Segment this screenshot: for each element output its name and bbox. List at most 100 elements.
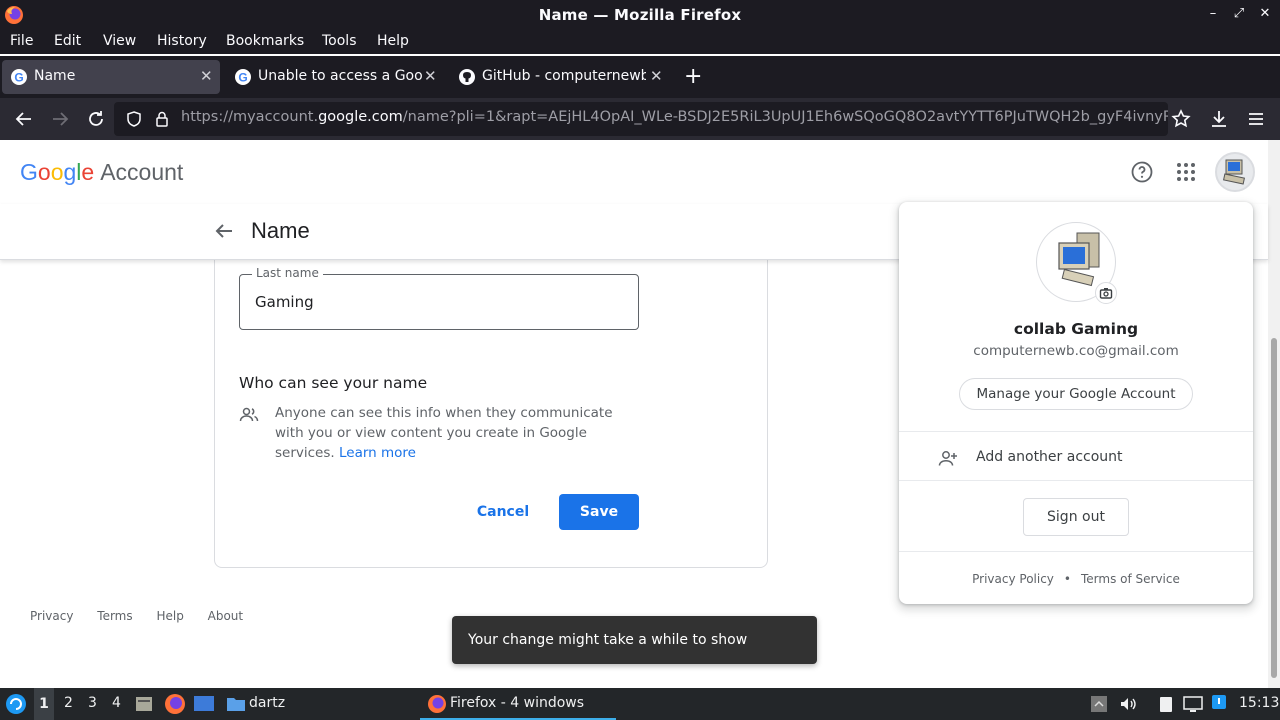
close-window-icon[interactable]: ✕ <box>1258 6 1272 21</box>
last-name-label: Last name <box>252 266 323 280</box>
bookmark-star-icon[interactable] <box>1169 107 1193 131</box>
footer-about-link[interactable]: About <box>208 609 243 623</box>
network-icon[interactable] <box>1182 694 1204 714</box>
visibility-text: Anyone can see this info when they commu… <box>275 405 613 461</box>
workspace-4[interactable]: 4 <box>112 695 121 711</box>
page-title: Name <box>251 218 310 243</box>
svg-text:G: G <box>14 71 23 85</box>
add-another-account-button[interactable]: Add another account <box>976 449 1123 465</box>
file-manager-icon[interactable] <box>134 694 154 714</box>
google-wordmark: Google <box>20 159 94 185</box>
page-scrollbar[interactable] <box>1268 140 1280 688</box>
desktop-icon[interactable] <box>193 694 215 714</box>
menu-bar: File Edit View History Bookmarks Tools H… <box>0 30 1280 54</box>
menu-file[interactable]: File <box>10 33 33 49</box>
tab-close-icon[interactable]: ✕ <box>200 67 213 85</box>
window-title: Name — Mozilla Firefox <box>538 6 742 24</box>
scrollbar-thumb[interactable] <box>1271 338 1277 678</box>
sign-out-button[interactable]: Sign out <box>1023 498 1129 536</box>
url-path: /name?pli=1&rapt=AEjHL4OpAI_WLe-BSDJ2E5R… <box>402 109 1168 125</box>
manage-account-button[interactable]: Manage your Google Account <box>959 378 1193 410</box>
change-photo-camera-icon[interactable] <box>1095 282 1117 304</box>
tab-strip: G Name ✕ G Unable to access a Goog ✕ Git… <box>0 56 1280 98</box>
window-controls: – ⤢ ✕ <box>1206 6 1272 21</box>
svg-text:G: G <box>238 71 247 85</box>
taskbar-firefox-task[interactable]: Firefox - 4 windows <box>420 688 616 720</box>
google-account-logo[interactable]: Google Account <box>20 159 183 186</box>
folder-icon[interactable] <box>226 694 246 714</box>
tab-name[interactable]: G Name ✕ <box>2 60 220 94</box>
os-taskbar: 1 2 3 4 dartz Firefox - 4 windows 15:13 <box>0 688 1280 720</box>
tab-close-icon[interactable]: ✕ <box>424 67 437 85</box>
forward-icon[interactable] <box>48 107 72 131</box>
menu-tools[interactable]: Tools <box>322 33 357 49</box>
reload-icon[interactable] <box>84 107 108 131</box>
url-text[interactable]: https://myaccount.google.com/name?pli=1&… <box>181 109 1168 125</box>
tab-label: Name <box>34 68 76 84</box>
page-content: Google Account Name Last name Gaming Who… <box>0 140 1280 688</box>
save-button[interactable]: Save <box>559 494 639 530</box>
menu-history[interactable]: History <box>157 33 207 49</box>
cancel-button[interactable]: Cancel <box>470 494 536 530</box>
privacy-policy-link[interactable]: Privacy Policy <box>972 572 1054 586</box>
account-avatar-button[interactable] <box>1215 152 1255 192</box>
workspace-1[interactable]: 1 <box>34 688 54 720</box>
tab-close-icon[interactable]: ✕ <box>650 67 663 85</box>
new-tab-icon[interactable]: + <box>684 64 702 89</box>
last-name-value[interactable]: Gaming <box>255 293 314 311</box>
learn-more-link[interactable]: Learn more <box>339 445 416 461</box>
footer-privacy-link[interactable]: Privacy <box>30 609 73 623</box>
minimize-icon[interactable]: – <box>1206 6 1220 21</box>
url-bar[interactable]: https://myaccount.google.com/name?pli=1&… <box>114 102 1168 136</box>
firefox-taskbar-icon[interactable] <box>164 693 186 715</box>
start-menu-icon[interactable] <box>5 693 27 715</box>
workspace-2[interactable]: 2 <box>64 695 73 711</box>
menu-help[interactable]: Help <box>377 33 409 49</box>
menu-hamburger-icon[interactable] <box>1244 107 1268 131</box>
terms-of-service-link[interactable]: Terms of Service <box>1081 572 1180 586</box>
maximize-icon[interactable]: ⤢ <box>1232 6 1246 21</box>
back-icon[interactable] <box>12 107 36 131</box>
downloads-icon[interactable] <box>1207 107 1231 131</box>
google-wordmark-letter: o <box>50 159 64 185</box>
clipboard-icon[interactable] <box>1156 694 1176 714</box>
footer-terms-link[interactable]: Terms <box>97 609 132 623</box>
notification-icon[interactable] <box>1210 693 1228 711</box>
tab-unable-to-access[interactable]: G Unable to access a Goog ✕ <box>226 60 444 94</box>
google-wordmark-letter: g <box>63 159 77 185</box>
apps-grid-icon[interactable] <box>1174 160 1198 184</box>
popup-footer: Privacy Policy • Terms of Service <box>972 572 1180 586</box>
last-name-field[interactable]: Last name Gaming <box>239 266 639 330</box>
menu-view[interactable]: View <box>103 33 136 49</box>
people-icon <box>239 407 259 422</box>
visibility-heading: Who can see your name <box>239 374 428 392</box>
google-favicon-icon: G <box>235 69 251 85</box>
task-label: Firefox - 4 windows <box>450 695 585 711</box>
shield-icon[interactable] <box>125 110 143 128</box>
account-name: collab Gaming <box>1013 320 1139 338</box>
google-account-header: Google Account <box>0 140 1268 204</box>
tab-github[interactable]: GitHub - computernewb/ ✕ <box>450 60 668 94</box>
visibility-description: Anyone can see this info when they commu… <box>275 403 645 463</box>
footer-help-link[interactable]: Help <box>156 609 183 623</box>
account-wordmark: Account <box>100 159 184 185</box>
help-icon[interactable] <box>1130 160 1154 184</box>
google-wordmark-letter: G <box>20 159 38 185</box>
menu-bookmarks[interactable]: Bookmarks <box>226 33 304 49</box>
account-email: computernewb.co@gmail.com <box>973 343 1179 359</box>
folder-label[interactable]: dartz <box>249 695 285 711</box>
back-arrow-icon[interactable] <box>212 219 236 243</box>
clock: 15:13 <box>1239 695 1280 711</box>
page-footer: Privacy Terms Help About <box>30 609 263 623</box>
volume-icon[interactable] <box>1118 694 1138 714</box>
popup-divider <box>899 431 1253 432</box>
lock-icon[interactable] <box>153 110 171 128</box>
account-popup: collab Gaming computernewb.co@gmail.com … <box>899 202 1253 604</box>
menu-edit[interactable]: Edit <box>54 33 81 49</box>
workspace-3[interactable]: 3 <box>88 695 97 711</box>
tray-up-icon[interactable] <box>1090 694 1108 714</box>
add-person-icon <box>938 451 957 466</box>
url-host: google.com <box>318 109 403 125</box>
tab-label: Unable to access a Goog <box>258 68 422 84</box>
navigation-toolbar: https://myaccount.google.com/name?pli=1&… <box>0 98 1280 140</box>
